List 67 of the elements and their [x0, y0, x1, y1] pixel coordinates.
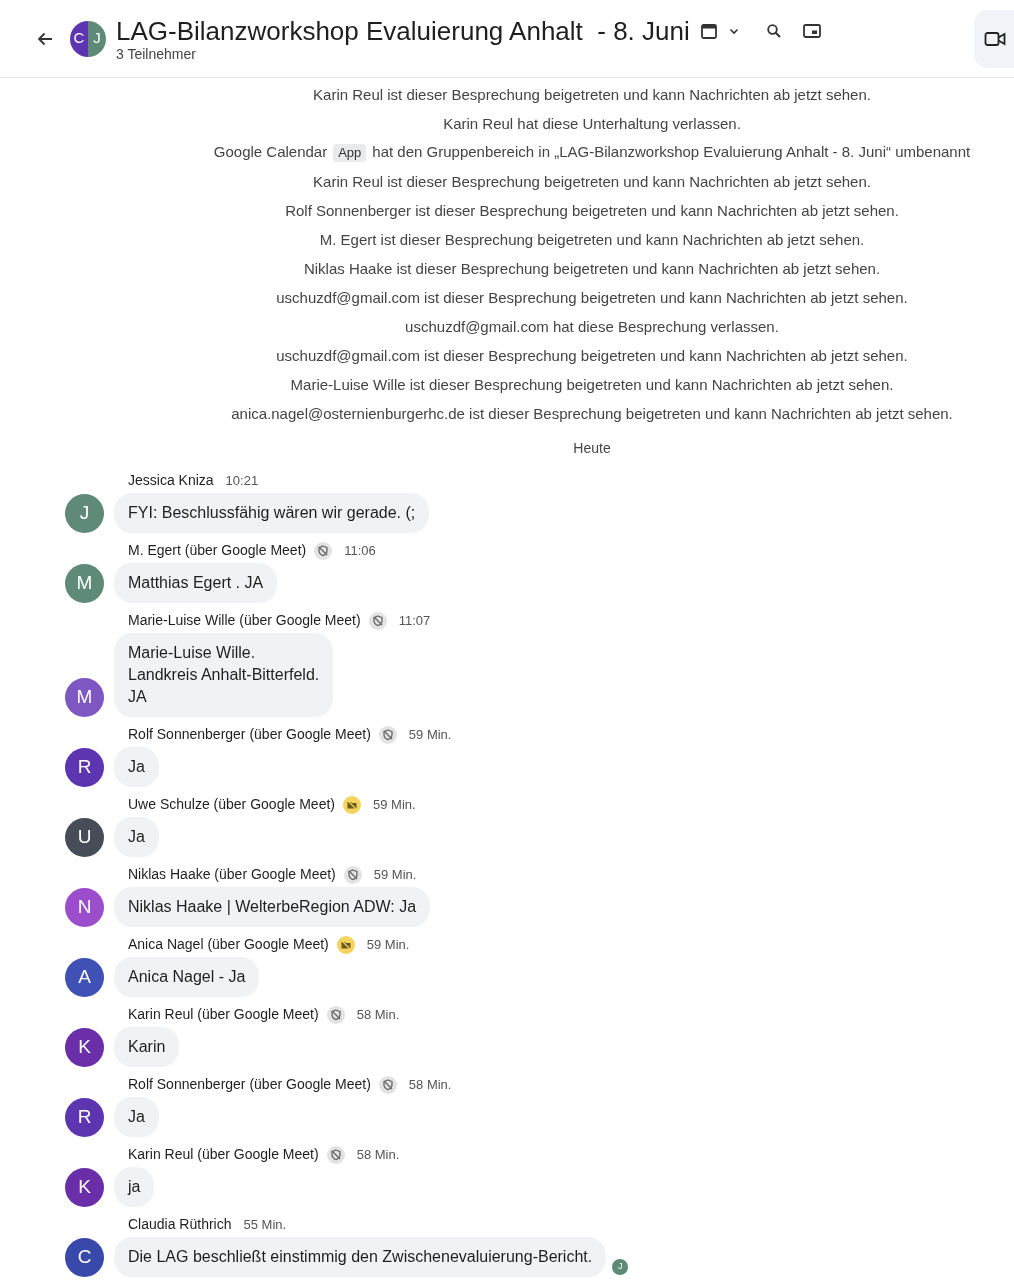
- participant-count: 3 Teilnehmer: [116, 45, 197, 62]
- sender-name: Marie-Luise Wille (über Google Meet): [128, 611, 361, 630]
- video-call-button[interactable]: [974, 9, 1014, 68]
- sender-name: Anica Nagel (über Google Meet): [128, 935, 329, 954]
- message-bubble: Ja: [114, 817, 159, 857]
- calendar-icon: [699, 21, 718, 40]
- sender-avatar: M: [65, 564, 104, 603]
- system-message: uschuzdf@gmail.com ist dieser Besprechung beigetreten und kann Nachrichten ab jetzt sehen.: [276, 346, 908, 366]
- date-divider: Heute: [573, 439, 611, 458]
- system-message: Karin Reul hat diese Unterhaltung verlassen.: [443, 114, 741, 134]
- message-bubble: FYI: Beschlussfähig wären wir gerade. (;: [114, 493, 430, 533]
- sender-name: Uwe Schulze (über Google Meet): [128, 795, 335, 814]
- sender-name: Claudia Rüthrich: [128, 1215, 232, 1234]
- message-bubble: Niklas Haake | WelterbeRegion ADW: Ja: [114, 887, 431, 927]
- system-message: Rolf Sonnenberger ist dieser Besprechung beigetreten und kann Nachrichten ab jetzt sehen.: [285, 201, 899, 221]
- message-bubble: ja: [114, 1167, 155, 1207]
- message-time: 11:07: [398, 611, 431, 630]
- read-receipt-avatar: J: [612, 1259, 629, 1275]
- system-message: Niklas Haake ist dieser Besprechung beigetreten und kann Nachrichten ab jetzt sehen.: [303, 259, 881, 279]
- sender-name: Niklas Haake (über Google Meet): [128, 865, 336, 884]
- system-message: Karin Reul ist dieser Besprechung beigetreten und kann Nachrichten ab jetzt sehen.: [313, 85, 871, 105]
- sender-avatar: N: [65, 888, 104, 927]
- message-bubble: Marie-Luise Wille. Landkreis Anhalt-Bitterfeld. JA: [114, 633, 334, 717]
- sender-avatar: K: [65, 1028, 104, 1067]
- sender-avatar: C: [65, 1238, 104, 1277]
- system-message: Karin Reul ist dieser Besprechung beigetreten und kann Nachrichten ab jetzt sehen.: [313, 172, 871, 192]
- system-message: M. Egert ist dieser Besprechung beigetreten und kann Nachrichten ab jetzt sehen.: [319, 230, 865, 250]
- system-message: Marie-Luise Wille ist dieser Besprechung beigetreten und kann Nachrichten ab jetzt sehen.: [290, 375, 894, 395]
- message-time: 58 Min.: [356, 1005, 400, 1024]
- system-message: hat den Gruppenbereich in „LAG-Bilanzworkshop Evaluierung Anhalt - 8. Juni“ umbenannt: [372, 142, 971, 163]
- message-bubble: Matthias Egert . JA: [114, 563, 278, 603]
- system-message: uschuzdf@gmail.com ist dieser Besprechung beigetreten und kann Nachrichten ab jetzt sehen.: [276, 288, 908, 308]
- message-time: 59 Min.: [373, 795, 416, 814]
- sender-name: M. Egert (über Google Meet): [128, 541, 307, 560]
- message-time: 59 Min.: [408, 725, 452, 744]
- system-message: anica.nagel@osternienburgerhc.de ist dieser Besprechung beigetreten und kann Nachrichten ab jetzt sehen.: [231, 404, 953, 424]
- message-time: 58 Min.: [356, 1145, 400, 1164]
- message-time: 58 Min.: [408, 1075, 452, 1094]
- app-chip: App: [333, 143, 367, 162]
- sender-avatar: M: [65, 678, 104, 717]
- sender-name: Karin Reul (über Google Meet): [128, 1005, 319, 1024]
- sender-avatar: R: [65, 1098, 104, 1137]
- message-bubble: Anica Nagel - Ja: [114, 957, 260, 997]
- sender-avatar: A: [65, 958, 104, 997]
- search-icon[interactable]: [765, 22, 782, 39]
- sender-avatar: J: [65, 494, 104, 533]
- sender-name: Jessica Kniza: [128, 471, 214, 490]
- message-time: 59 Min.: [373, 865, 417, 884]
- sender-name: Rolf Sonnenberger (über Google Meet): [128, 1075, 371, 1094]
- message-bubble: Ja: [114, 1097, 159, 1137]
- system-message: uschuzdf@gmail.com hat diese Besprechung verlassen.: [405, 317, 779, 337]
- sender-name: Rolf Sonnenberger (über Google Meet): [128, 725, 371, 744]
- sender-avatar: U: [65, 818, 104, 857]
- message-bubble: Ja: [114, 747, 159, 787]
- chat-title: LAG-Bilanzworkshop Evaluierung Anhalt - 8. Juni: [116, 15, 690, 46]
- message-time: 11:06: [344, 541, 376, 560]
- video-camera-icon: [984, 29, 1006, 48]
- sender-name: Karin Reul (über Google Meet): [128, 1145, 319, 1164]
- message-bubble: Die LAG beschließt einstimmig den Zwischenevaluierung-Bericht.: [114, 1237, 607, 1277]
- message-time: 55 Min.: [243, 1215, 287, 1234]
- system-message-sender: Google Calendar: [213, 142, 328, 163]
- sender-avatar: K: [65, 1168, 104, 1207]
- message-bubble: Karin: [114, 1027, 180, 1067]
- message-time: 10:21: [225, 471, 259, 490]
- picture-in-picture-icon[interactable]: [801, 21, 822, 40]
- sender-avatar: R: [65, 748, 104, 787]
- message-time: 59 Min.: [366, 935, 410, 954]
